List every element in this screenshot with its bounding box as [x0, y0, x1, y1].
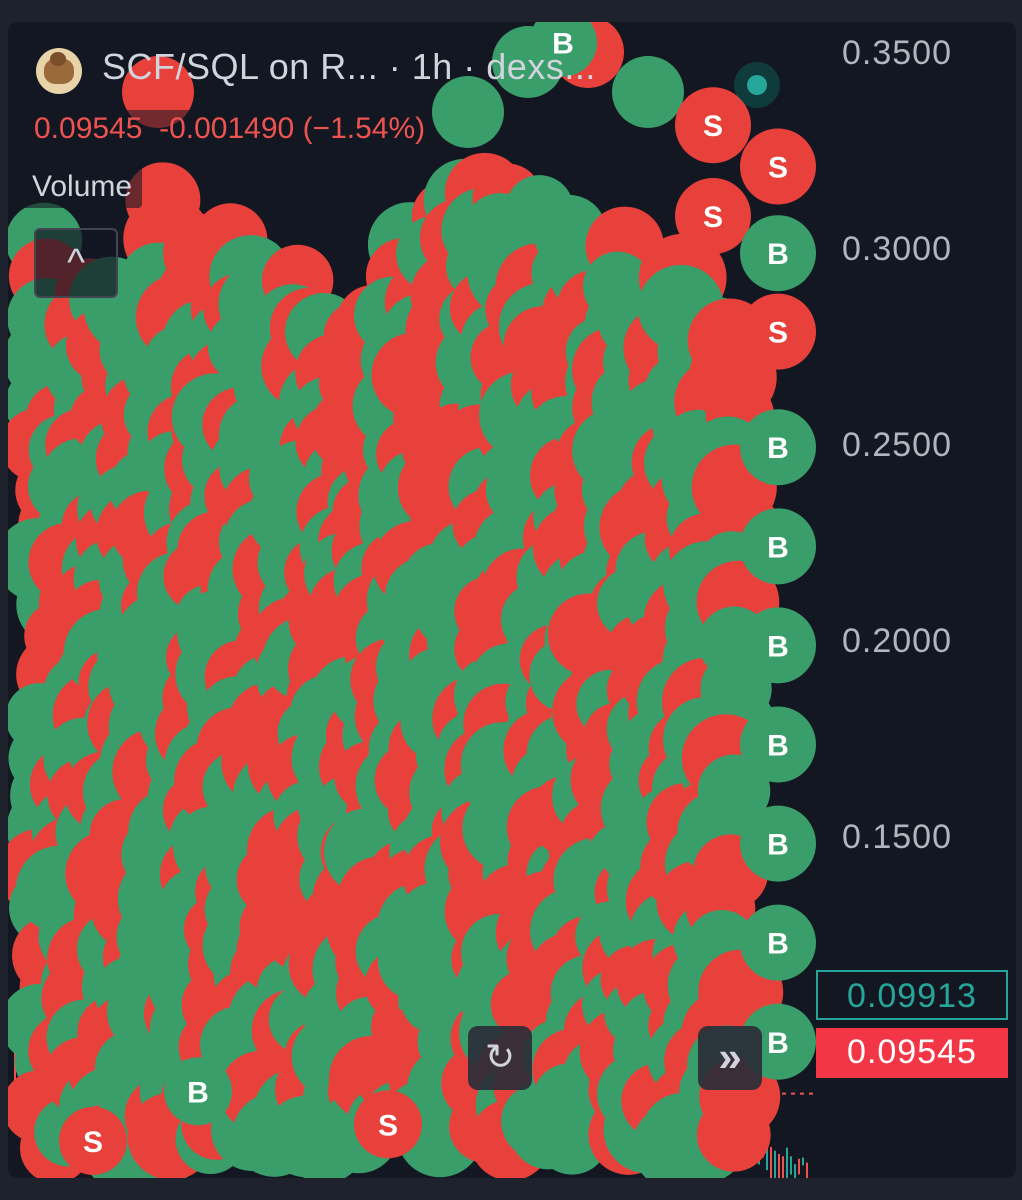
candle — [786, 1147, 788, 1178]
marker-label: B — [767, 432, 789, 465]
candle — [774, 1150, 776, 1178]
marker-label: B — [767, 531, 789, 564]
chevron-up-icon: ^ — [67, 242, 85, 284]
buy-marker: B — [740, 805, 816, 882]
buy-marker: B — [740, 215, 816, 292]
marker-label: B — [767, 928, 789, 961]
buy-marker: B — [740, 904, 816, 981]
marker-label: S — [703, 110, 723, 143]
symbol-legend[interactable]: SCF/SQL on R... · 1h · dexs... — [28, 42, 780, 108]
marker-label: S — [768, 317, 788, 350]
candle — [802, 1157, 804, 1166]
high-price-label: 0.09913 — [816, 970, 1008, 1020]
double-chevron-right-icon: » — [718, 1033, 742, 1080]
marker-label: B — [767, 829, 789, 862]
marker-label: B — [187, 1076, 209, 1109]
y-axis-tick: 0.3500 — [842, 34, 952, 72]
buy-marker: B — [740, 508, 816, 585]
marker-label: S — [768, 152, 788, 185]
marker-label: S — [703, 201, 723, 234]
sell-marker: S — [354, 1090, 422, 1159]
y-axis-tick: 0.2500 — [842, 426, 952, 464]
y-axis-tick: 0.3000 — [842, 230, 952, 268]
y-axis-tick: 0.2000 — [842, 622, 952, 660]
marker-label: B — [767, 1027, 789, 1060]
candle — [794, 1164, 796, 1178]
buy-marker: B — [164, 1057, 232, 1126]
sell-marker: S — [740, 293, 816, 370]
sell-marker: S — [675, 178, 751, 255]
last-price-label: 0.09545 — [816, 1028, 1008, 1078]
candle — [806, 1162, 808, 1178]
sell-marker — [696, 1097, 771, 1172]
candle — [770, 1147, 772, 1178]
scroll-to-realtime-button[interactable]: » — [698, 1026, 762, 1090]
sell-marker: S — [59, 1106, 127, 1175]
candle — [798, 1158, 800, 1175]
y-axis-tick: 0.1500 — [842, 818, 952, 856]
sell-marker: S — [740, 128, 816, 205]
chart-pane[interactable]: SSSBSBBBBBBBBBSS SCF/SQL on R... · 1h · … — [8, 22, 1016, 1178]
buy-marker: B — [740, 607, 816, 684]
bull-logo-icon — [36, 48, 82, 94]
candle — [790, 1156, 792, 1175]
marker-label: S — [378, 1109, 398, 1142]
collapse-legend-button[interactable]: ^ — [34, 228, 118, 298]
reset-chart-button[interactable]: ↻ — [468, 1026, 532, 1090]
buy-marker: B — [740, 409, 816, 486]
buy-marker: B — [740, 706, 816, 783]
marker-label: B — [767, 630, 789, 663]
price-change-readout: 0.09545 -0.001490 (−1.54%) — [30, 110, 430, 148]
marker-label: B — [767, 730, 789, 763]
marker-label: B — [767, 238, 789, 271]
volume-indicator-label[interactable]: Volume — [22, 166, 143, 208]
marker-label: S — [83, 1126, 103, 1159]
refresh-icon: ↻ — [484, 1036, 516, 1077]
candle — [778, 1153, 780, 1178]
market-status-icon[interactable] — [734, 62, 780, 108]
candle — [782, 1156, 784, 1178]
symbol-title[interactable]: SCF/SQL on R... · 1h · dexs... — [102, 46, 596, 88]
